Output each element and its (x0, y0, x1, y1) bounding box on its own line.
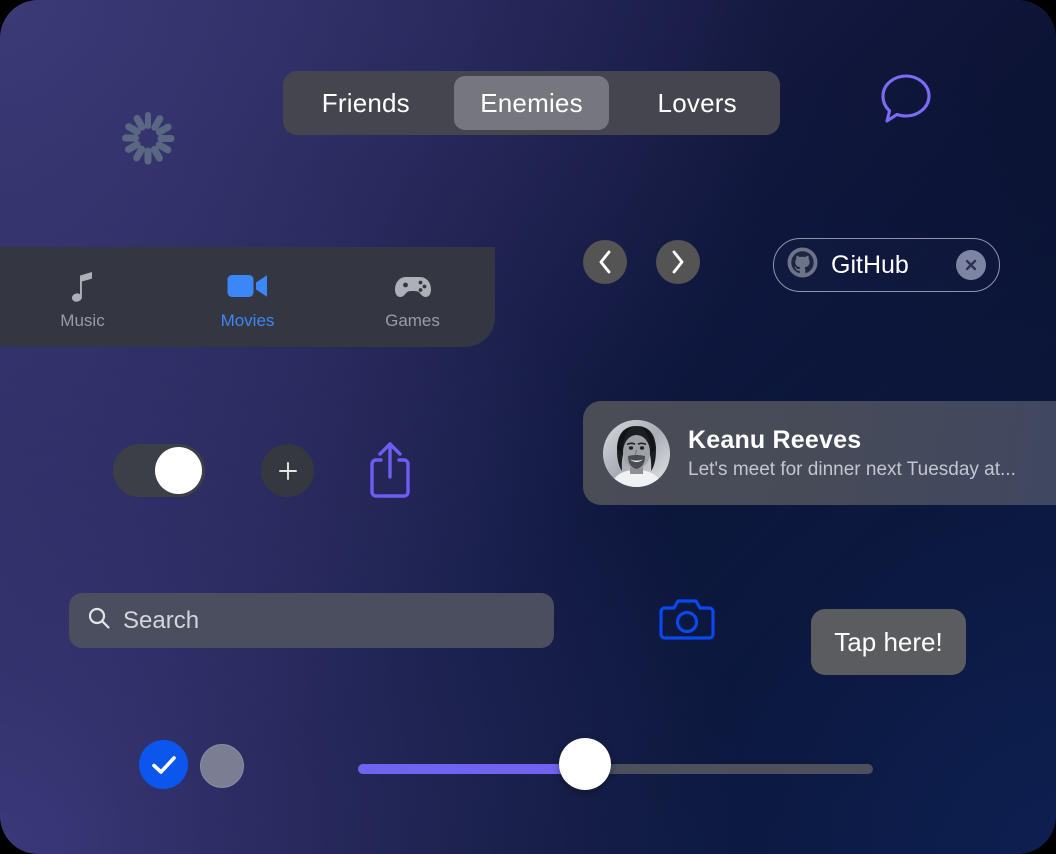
tab-label-movies: Movies (188, 311, 308, 331)
plus-icon (277, 460, 299, 482)
tooltip-tap-here[interactable]: Tap here! (811, 609, 966, 675)
chat-bubble-icon[interactable] (878, 72, 934, 126)
avatar (603, 420, 670, 487)
checkmark-icon (151, 755, 177, 775)
segment-lovers[interactable]: Lovers (619, 76, 775, 130)
segment-friends[interactable]: Friends (288, 76, 444, 130)
chevron-left-icon (597, 249, 613, 275)
message-sender-name: Keanu Reeves (688, 426, 1016, 455)
spinner-spoke (122, 135, 139, 142)
segment-enemies[interactable]: Enemies (454, 76, 610, 130)
spinner-spoke (145, 147, 152, 164)
loading-spinner (110, 100, 186, 176)
camera-button[interactable] (659, 596, 715, 642)
tab-music[interactable]: Music (23, 269, 143, 331)
search-magnifier-icon (87, 606, 111, 635)
video-camera-icon (188, 269, 308, 303)
message-preview: Let's meet for dinner next Tuesday at... (688, 459, 1016, 481)
tab-label-games: Games (353, 311, 473, 331)
close-x-icon (964, 258, 978, 272)
nav-next-button[interactable] (656, 240, 700, 284)
radio-unchecked[interactable] (200, 744, 244, 788)
camera-icon (659, 596, 715, 642)
tab-movies[interactable]: Movies (188, 269, 308, 331)
share-button[interactable] (366, 440, 414, 500)
add-button[interactable] (261, 444, 314, 497)
message-text: Keanu Reeves Let's meet for dinner next … (688, 426, 1016, 481)
music-note-icon (23, 269, 143, 303)
github-chip[interactable]: GitHub (773, 238, 1000, 292)
message-card[interactable]: Keanu Reeves Let's meet for dinner next … (583, 401, 1056, 505)
slider[interactable] (358, 764, 873, 776)
toggle-knob (155, 447, 202, 494)
slider-thumb[interactable] (559, 738, 611, 790)
github-chip-label: GitHub (831, 251, 956, 280)
game-controller-icon (353, 269, 473, 303)
slider-fill (358, 764, 585, 774)
nav-previous-button[interactable] (583, 240, 627, 284)
search-placeholder: Search (123, 607, 199, 635)
tab-games[interactable]: Games (353, 269, 473, 331)
share-upload-icon (366, 440, 414, 500)
tooltip-label: Tap here! (834, 627, 942, 658)
radio-checked[interactable] (139, 740, 188, 789)
segmented-control[interactable]: Friends Enemies Lovers (283, 71, 780, 135)
toggle-switch[interactable] (113, 444, 205, 497)
bottom-tab-bar: Music Movies (0, 247, 495, 347)
tab-label-music: Music (23, 311, 143, 331)
app-window: Friends Enemies Lovers Music (0, 0, 1056, 854)
github-octocat-icon (787, 247, 818, 283)
github-chip-close-button[interactable] (956, 250, 986, 280)
search-input[interactable]: Search (69, 593, 554, 648)
chevron-right-icon (670, 249, 686, 275)
